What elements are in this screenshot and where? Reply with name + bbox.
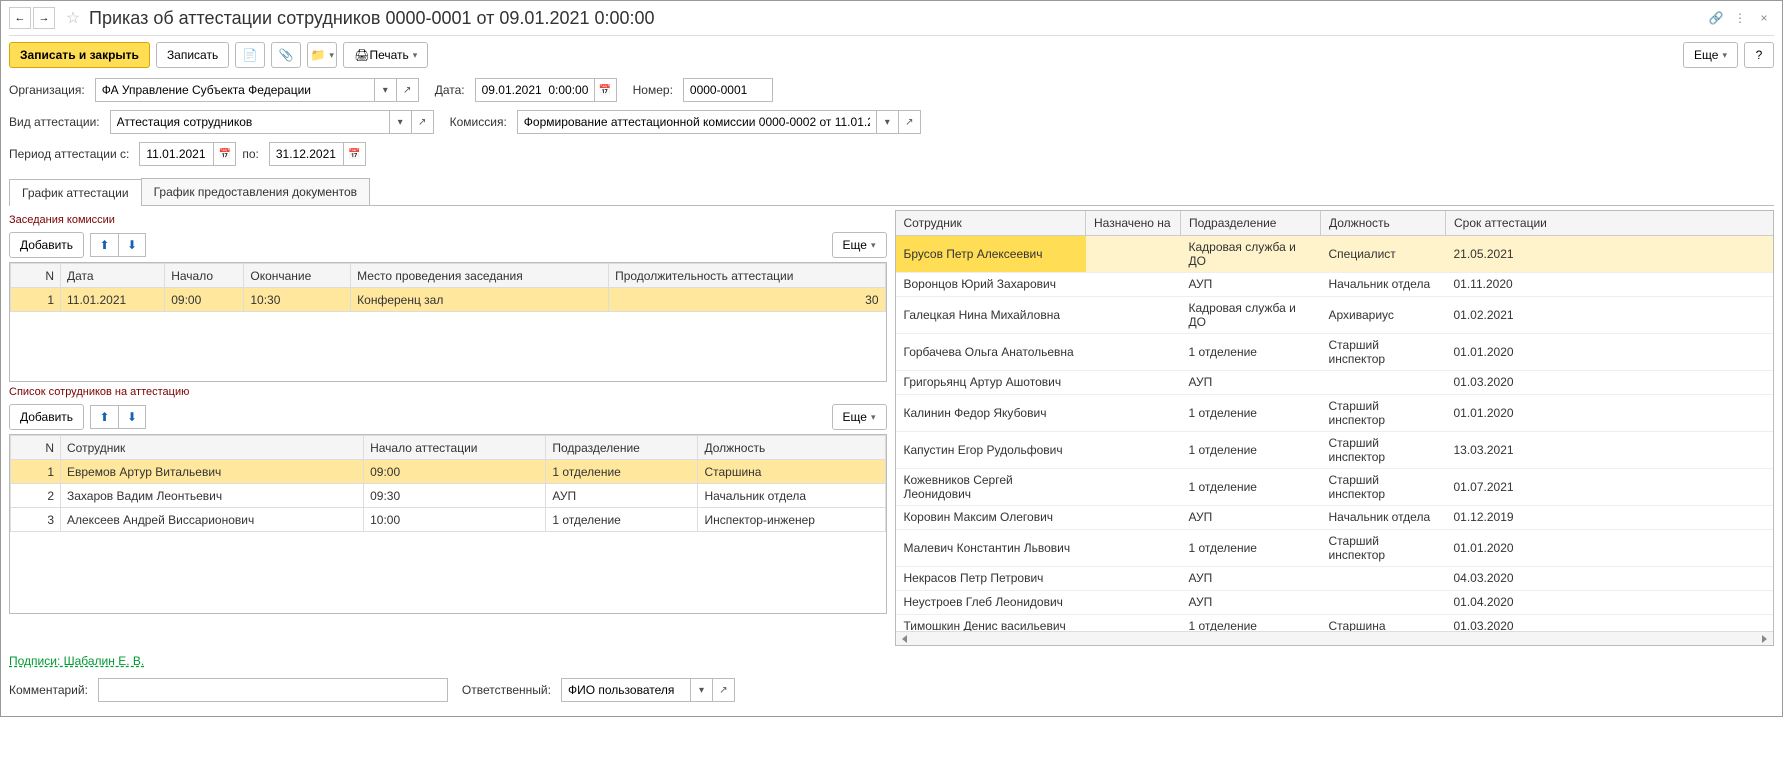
employees-table: N Сотрудник Начало аттестации Подразделе… <box>10 435 886 532</box>
responsible-label: Ответственный: <box>462 683 551 697</box>
col-n[interactable]: N <box>11 264 61 288</box>
employees-move-up-icon[interactable]: ⬆ <box>90 405 118 429</box>
col-emp[interactable]: Сотрудник <box>61 436 364 460</box>
table-row[interactable]: Малевич Константин Львович1 отделениеСта… <box>896 529 1774 566</box>
employees-more-button[interactable]: Еще ▾ <box>832 404 887 430</box>
period-to-input[interactable] <box>269 142 344 166</box>
commission-label: Комиссия: <box>450 115 507 129</box>
commission-input[interactable] <box>517 110 877 134</box>
print-button[interactable]: 🖨 Печать ▾ <box>343 42 428 68</box>
col-start[interactable]: Начало <box>165 264 244 288</box>
date-label: Дата: <box>435 83 465 97</box>
more-menu-icon[interactable]: ⋮ <box>1730 8 1750 28</box>
save-close-button[interactable]: Записать и закрыть <box>9 42 150 68</box>
comment-label: Комментарий: <box>9 683 88 697</box>
date-input[interactable] <box>475 78 595 102</box>
close-icon[interactable]: × <box>1754 8 1774 28</box>
col-date[interactable]: Дата <box>61 264 165 288</box>
commission-dropdown-icon[interactable]: ▾ <box>877 110 899 134</box>
table-row[interactable]: Капустин Егор Рудольфович1 отделениеСтар… <box>896 431 1774 468</box>
col-dur[interactable]: Продолжительность аттестации <box>609 264 885 288</box>
responsible-open-icon[interactable]: ↗ <box>713 678 735 702</box>
sessions-add-button[interactable]: Добавить <box>9 232 84 258</box>
tab-schedule[interactable]: График аттестации <box>9 179 142 206</box>
org-label: Организация: <box>9 83 85 97</box>
table-row[interactable]: 3Алексеев Андрей Виссарионович10:001 отд… <box>11 508 886 532</box>
tab-documents[interactable]: График предоставления документов <box>141 178 370 205</box>
help-button[interactable]: ? <box>1744 42 1774 68</box>
sessions-table: N Дата Начало Окончание Место проведения… <box>10 263 886 312</box>
page-title: Приказ об аттестации сотрудников 0000-00… <box>89 8 1702 29</box>
col-place[interactable]: Место проведения заседания <box>351 264 609 288</box>
number-label: Номер: <box>633 83 673 97</box>
favorite-icon[interactable]: ☆ <box>63 8 83 28</box>
period-from-input[interactable] <box>139 142 214 166</box>
link-icon[interactable]: 🔗 <box>1706 8 1726 28</box>
col-start[interactable]: Начало аттестации <box>364 436 546 460</box>
type-label: Вид аттестации: <box>9 115 100 129</box>
window-header: ← → ☆ Приказ об аттестации сотрудников 0… <box>9 1 1774 36</box>
more-button[interactable]: Еще ▾ <box>1683 42 1738 68</box>
table-row[interactable]: Калинин Федор Якубович1 отделениеСтарший… <box>896 394 1774 431</box>
date-calendar-icon[interactable]: 📅 <box>595 78 617 102</box>
col-end[interactable]: Окончание <box>244 264 351 288</box>
col-dept[interactable]: Подразделение <box>546 436 698 460</box>
document-icon[interactable]: 📄 <box>235 42 265 68</box>
back-button[interactable]: ← <box>9 7 31 29</box>
sessions-move-up-icon[interactable]: ⬆ <box>90 233 118 257</box>
table-row[interactable]: Некрасов Петр ПетровичАУП04.03.2020 <box>896 566 1774 590</box>
table-row[interactable]: Брусов Петр АлексеевичКадровая служба и … <box>896 235 1774 272</box>
all-employees-table: Сотрудник Назначено на Подразделение Дол… <box>896 211 1774 631</box>
col-dept[interactable]: Подразделение <box>1181 211 1321 235</box>
table-row[interactable]: Тимошкин Денис васильевич1 отделениеСтар… <box>896 614 1774 631</box>
responsible-dropdown-icon[interactable]: ▾ <box>691 678 713 702</box>
table-row[interactable]: Коровин Максим ОлеговичАУПНачальник отде… <box>896 505 1774 529</box>
sessions-move-down-icon[interactable]: ⬇ <box>118 233 146 257</box>
save-button[interactable]: Записать <box>156 42 229 68</box>
table-row[interactable]: Григорьянц Артур АшотовичАУП01.03.2020 <box>896 370 1774 394</box>
sessions-more-button[interactable]: Еще ▾ <box>832 232 887 258</box>
sessions-title: Заседания комиссии <box>9 210 887 228</box>
horizontal-scrollbar[interactable] <box>896 631 1774 645</box>
comment-input[interactable] <box>98 678 448 702</box>
period-to-calendar-icon[interactable]: 📅 <box>344 142 366 166</box>
tabs: График аттестации График предоставления … <box>9 178 1774 206</box>
type-dropdown-icon[interactable]: ▾ <box>390 110 412 134</box>
employees-move-down-icon[interactable]: ⬇ <box>118 405 146 429</box>
forward-button[interactable]: → <box>33 7 55 29</box>
col-pos[interactable]: Должность <box>1321 211 1446 235</box>
number-input[interactable] <box>683 78 773 102</box>
col-n[interactable]: N <box>11 436 61 460</box>
org-dropdown-icon[interactable]: ▾ <box>375 78 397 102</box>
org-open-icon[interactable]: ↗ <box>397 78 419 102</box>
col-emp[interactable]: Сотрудник <box>896 211 1086 235</box>
attach-icon[interactable]: 📎 <box>271 42 301 68</box>
period-from-label: Период аттестации с: <box>9 147 129 161</box>
period-from-calendar-icon[interactable]: 📅 <box>214 142 236 166</box>
col-assigned[interactable]: Назначено на <box>1086 211 1181 235</box>
commission-open-icon[interactable]: ↗ <box>899 110 921 134</box>
col-pos[interactable]: Должность <box>698 436 885 460</box>
employees-add-button[interactable]: Добавить <box>9 404 84 430</box>
table-row[interactable]: Неустроев Глеб ЛеонидовичАУП01.04.2020 <box>896 590 1774 614</box>
period-to-label: по: <box>242 147 259 161</box>
table-row[interactable]: Воронцов Юрий ЗахаровичАУПНачальник отде… <box>896 272 1774 296</box>
table-row[interactable]: Галецкая Нина МихайловнаКадровая служба … <box>896 296 1774 333</box>
table-row[interactable]: Горбачева Ольга Анатольевна1 отделениеСт… <box>896 333 1774 370</box>
table-row[interactable]: Кожевников Сергей Леонидович1 отделениеС… <box>896 468 1774 505</box>
org-input[interactable] <box>95 78 375 102</box>
col-term[interactable]: Срок аттестации <box>1446 211 1774 235</box>
toolbar: Записать и закрыть Записать 📄 📎 📁▾ 🖨 Печ… <box>9 36 1774 74</box>
type-open-icon[interactable]: ↗ <box>412 110 434 134</box>
folder-icon[interactable]: 📁▾ <box>307 42 337 68</box>
employees-title: Список сотрудников на аттестацию <box>9 382 887 400</box>
table-row[interactable]: 2Захаров Вадим Леонтьевич09:30АУПНачальн… <box>11 484 886 508</box>
table-row[interactable]: 111.01.202109:0010:30Конференц зал30 <box>11 288 886 312</box>
signatures-link[interactable]: Подписи: Шабалин Е. В. <box>9 646 144 672</box>
table-row[interactable]: 1Евремов Артур Витальевич09:001 отделени… <box>11 460 886 484</box>
type-input[interactable] <box>110 110 390 134</box>
responsible-input[interactable] <box>561 678 691 702</box>
